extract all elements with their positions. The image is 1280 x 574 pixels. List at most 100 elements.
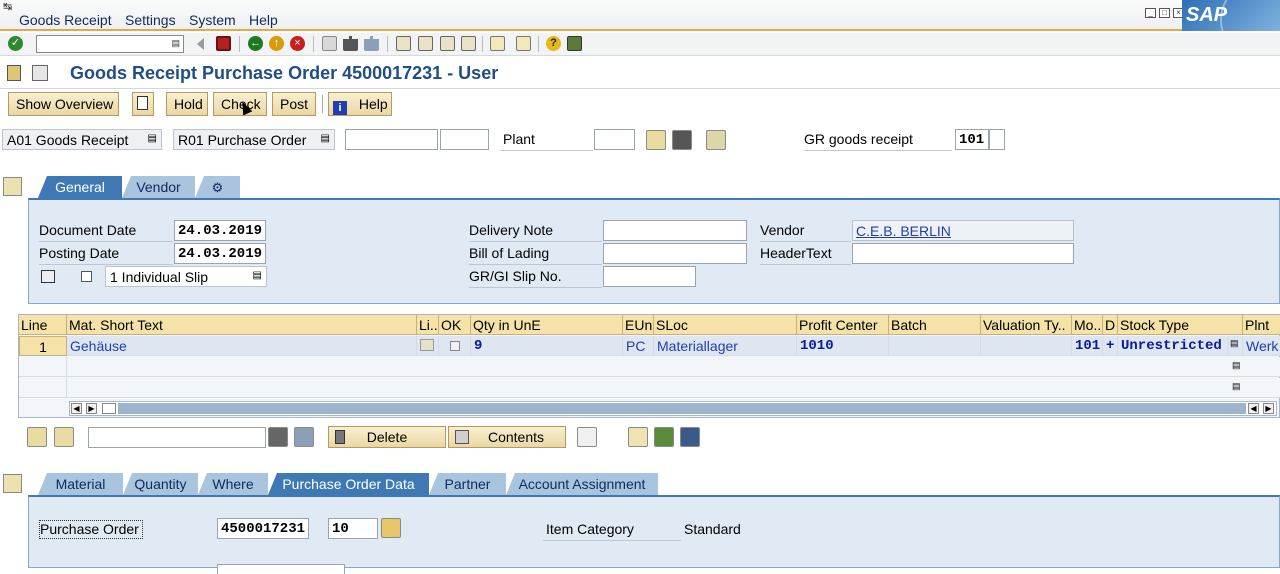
row-1-qty[interactable]: 9 <box>471 336 623 356</box>
delete-button[interactable]: Delete <box>328 426 446 448</box>
tab-general[interactable]: General <box>38 176 122 198</box>
row-1-mat-text[interactable]: Gehäuse <box>67 336 417 356</box>
table-row[interactable] <box>67 378 1280 398</box>
ok-checkbox[interactable] <box>450 341 460 351</box>
col-line[interactable]: Line <box>19 315 67 335</box>
new-document-button[interactable] <box>132 92 154 116</box>
execute-icon[interactable] <box>646 130 666 150</box>
add-row-icon[interactable] <box>654 427 674 447</box>
po-item-input[interactable] <box>440 129 489 150</box>
scroll-left-icon[interactable]: ◀ <box>1248 403 1259 414</box>
dropdown-icon[interactable]: ▤ <box>253 270 262 281</box>
grid-search-input[interactable] <box>88 427 266 448</box>
find-next-icon[interactable] <box>364 36 379 51</box>
help-icon[interactable]: ? <box>546 36 561 51</box>
row-1-line[interactable]: 1 <box>19 336 67 356</box>
col-profit-center[interactable]: Profit Center <box>797 315 889 335</box>
col-batch[interactable]: Batch <box>889 315 981 335</box>
prev-page-icon[interactable] <box>418 36 433 51</box>
menu-goods-receipt[interactable]: Goods Receipt <box>19 12 112 28</box>
header-text-input[interactable] <box>852 243 1074 264</box>
scroll-right-icon[interactable]: ▶ <box>86 403 97 414</box>
row-1-eun[interactable]: PC <box>623 336 654 356</box>
tab-material[interactable]: Material <box>38 473 123 495</box>
col-valuation[interactable]: Valuation Ty.. <box>981 315 1072 335</box>
help-button[interactable]: i Help <box>328 92 392 116</box>
first-page-icon[interactable] <box>396 36 411 51</box>
menu-system[interactable]: System <box>189 12 236 28</box>
tab-more[interactable]: ⚙ <box>195 176 240 198</box>
enter-icon[interactable]: ✓ <box>8 36 23 51</box>
vendor-field[interactable]: C.E.B. BERLIN <box>852 220 1074 241</box>
delivery-note-input[interactable] <box>603 220 747 241</box>
hold-button[interactable]: Hold <box>166 92 208 116</box>
layout-icon[interactable] <box>567 36 582 51</box>
print-checkbox[interactable] <box>81 271 92 282</box>
shortcut-icon[interactable] <box>516 36 531 51</box>
scroll-track[interactable] <box>118 403 1246 414</box>
reference-select[interactable]: R01 Purchase Order ▤ <box>173 129 335 150</box>
slip-number-input[interactable] <box>603 266 696 287</box>
movement-type-input[interactable]: 101 <box>955 129 989 150</box>
collapse-item-icon[interactable] <box>3 474 22 493</box>
col-li[interactable]: Li.. <box>417 315 439 335</box>
row-1-sloc[interactable]: Materiallager <box>654 336 797 356</box>
col-ok[interactable]: OK <box>439 315 471 335</box>
print-icon[interactable] <box>322 36 337 51</box>
dropdown-icon[interactable]: ▤ <box>148 133 157 144</box>
table-settings-icon[interactable] <box>706 130 726 150</box>
show-overview-button[interactable]: Show Overview <box>8 92 119 116</box>
col-sloc[interactable]: SLoc <box>654 315 797 335</box>
find-icon[interactable] <box>268 427 288 447</box>
scroll-left-icon[interactable]: ◀ <box>71 403 82 414</box>
history-back-icon[interactable] <box>197 38 204 50</box>
row-1-valuation[interactable] <box>981 336 1072 356</box>
tab-quantity[interactable]: Quantity <box>123 473 198 495</box>
contents-button[interactable]: Contents <box>448 426 566 448</box>
scroll-right-icon[interactable]: ▶ <box>1263 403 1274 414</box>
menu-settings[interactable]: Settings <box>125 12 176 28</box>
transfer-icon[interactable] <box>680 427 700 447</box>
col-d[interactable]: D <box>1103 315 1118 335</box>
filter-icon[interactable] <box>54 427 74 447</box>
find-icon[interactable] <box>672 130 692 150</box>
dropdown-icon[interactable]: ▤ <box>1232 381 1241 392</box>
maximize-icon[interactable]: □ <box>1159 8 1170 18</box>
table-row[interactable] <box>67 357 1280 377</box>
dropdown-icon[interactable]: ▤ <box>1229 336 1243 356</box>
bill-of-lading-input[interactable] <box>603 243 747 264</box>
po-display-icon[interactable] <box>381 518 401 538</box>
dropdown-icon[interactable]: ▤ <box>321 133 330 144</box>
dropdown-icon[interactable]: ▤ <box>1232 360 1241 371</box>
item-po-number-input[interactable]: 4500017231 <box>217 518 309 539</box>
find-icon[interactable] <box>343 36 358 51</box>
cancel-icon[interactable]: × <box>290 36 305 51</box>
find-next-icon[interactable] <box>294 427 314 447</box>
dropdown-icon[interactable]: ▤ <box>171 38 180 49</box>
new-session-icon[interactable] <box>490 36 505 51</box>
tab-vendor[interactable]: Vendor <box>122 176 195 198</box>
tab-purchase-order-data[interactable]: Purchase Order Data <box>268 473 429 495</box>
action-select[interactable]: A01 Goods Receipt ▤ <box>2 129 162 150</box>
row-1-profit-center[interactable]: 1010 <box>797 336 889 356</box>
menu-help[interactable]: Help <box>249 12 278 28</box>
document-date-input[interactable]: 24.03.2019 <box>174 220 266 241</box>
row-1-d[interactable]: + <box>1103 336 1118 356</box>
copy-icon[interactable] <box>628 427 648 447</box>
overview-icon[interactable] <box>7 65 21 81</box>
row-1-ok[interactable] <box>439 336 471 356</box>
row-1-movement[interactable]: 101 <box>1072 336 1103 356</box>
back-icon[interactable]: ← <box>248 36 263 51</box>
col-movement[interactable]: Mo... <box>1072 315 1103 335</box>
col-stock-type[interactable]: Stock Type <box>1118 315 1243 335</box>
post-button[interactable]: Post <box>272 92 316 116</box>
partial-field[interactable] <box>217 564 345 574</box>
po-number-input[interactable] <box>345 129 438 150</box>
col-plant[interactable]: Plnt <box>1243 315 1280 335</box>
system-menu-icon[interactable]: ↹ <box>3 0 12 13</box>
tab-where[interactable]: Where <box>198 473 268 495</box>
next-page-icon[interactable] <box>440 36 455 51</box>
row-1-li[interactable] <box>417 336 439 356</box>
collapse-header-icon[interactable] <box>3 177 22 196</box>
col-qty[interactable]: Qty in UnE <box>471 315 623 335</box>
